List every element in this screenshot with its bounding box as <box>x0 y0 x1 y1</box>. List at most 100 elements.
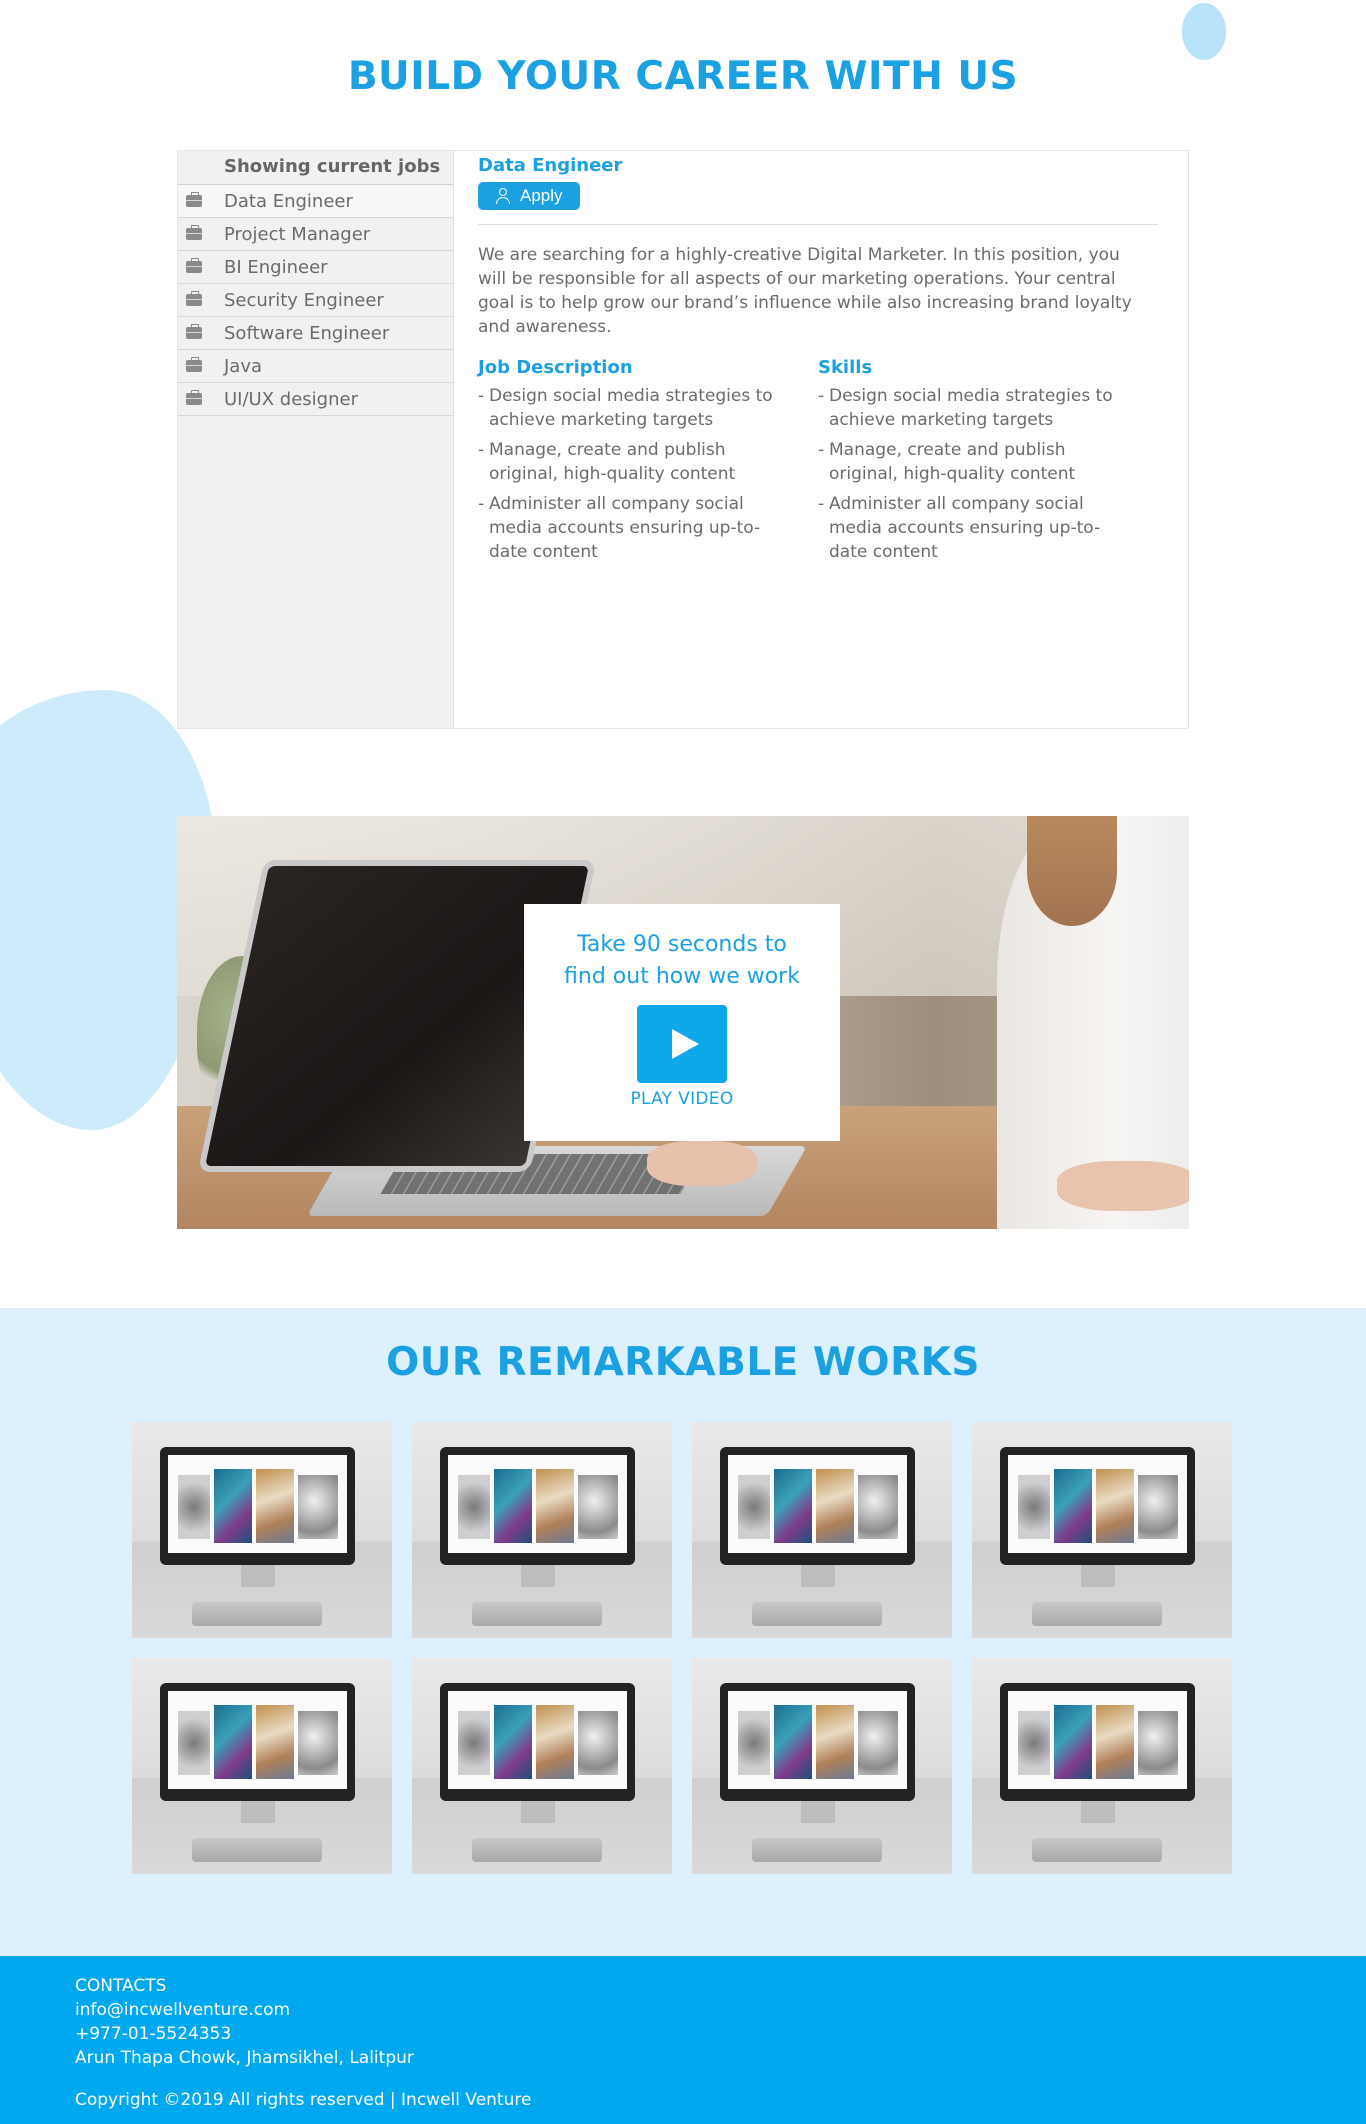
briefcase-icon <box>186 258 202 273</box>
laptop-base <box>192 1838 322 1862</box>
copyright: Copyright ©2019 All rights reserved | In… <box>75 2090 532 2110</box>
job-item-java[interactable]: Java <box>178 350 453 383</box>
job-detail-title: Data Engineer <box>478 155 623 176</box>
monitor-stand <box>801 1565 835 1587</box>
work-thumbnail[interactable] <box>412 1422 672 1638</box>
briefcase-icon <box>186 192 202 207</box>
laptop-base <box>192 1602 322 1626</box>
jobs-sidebar-heading: Showing current jobs <box>178 151 453 185</box>
job-detail: Data Engineer Apply We are searching for… <box>478 151 1158 570</box>
play-video-label[interactable]: PLAY VIDEO <box>524 1089 840 1109</box>
job-item-bi-engineer[interactable]: BI Engineer <box>178 251 453 284</box>
monitor-screen <box>1008 1455 1187 1553</box>
list-item: Manage, create and publish original, hig… <box>818 438 1138 486</box>
careers-title: BUILD YOUR CAREER WITH US <box>347 54 1019 99</box>
job-description-heading: Job Description <box>478 357 633 378</box>
play-video-button[interactable] <box>637 1005 727 1083</box>
work-thumbnail[interactable] <box>132 1658 392 1874</box>
footer: CONTACTS info@incwellventure.com +977-01… <box>0 1956 1366 2124</box>
list-item: Administer all company social media acco… <box>478 492 798 564</box>
works-grid <box>132 1422 1232 1874</box>
laptop-base <box>472 1602 602 1626</box>
monitor-screen <box>168 1455 347 1553</box>
job-description-column: Job Description Design social media stra… <box>478 357 818 570</box>
jobs-sidebar: Showing current jobs Data Engineer Proje… <box>178 151 454 728</box>
laptop-base <box>1032 1838 1162 1862</box>
monitor-screen <box>728 1455 907 1553</box>
laptop-base <box>752 1602 882 1626</box>
work-thumbnail[interactable] <box>132 1422 392 1638</box>
laptop-base <box>752 1838 882 1862</box>
contacts-heading: CONTACTS <box>75 1976 167 1996</box>
monitor <box>720 1447 915 1565</box>
video-card-text: Take 90 seconds to find out how we work <box>564 932 800 989</box>
monitor-stand <box>1081 1801 1115 1823</box>
monitor <box>720 1683 915 1801</box>
list-item: Administer all company social media acco… <box>818 492 1138 564</box>
work-thumbnail[interactable] <box>972 1422 1232 1638</box>
work-thumbnail[interactable] <box>972 1658 1232 1874</box>
list-item: Design social media strategies to achiev… <box>478 384 798 432</box>
job-item-project-manager[interactable]: Project Manager <box>178 218 453 251</box>
list-item: Design social media strategies to achiev… <box>818 384 1138 432</box>
briefcase-icon <box>186 291 202 306</box>
works-section: OUR REMARKABLE WORKS <box>0 1308 1366 1956</box>
briefcase-icon <box>186 324 202 339</box>
contact-email[interactable]: info@incwellventure.com <box>75 1998 531 2022</box>
detail-divider <box>478 224 1158 225</box>
monitor-stand <box>801 1801 835 1823</box>
monitor-stand <box>1081 1565 1115 1587</box>
briefcase-icon <box>186 225 202 240</box>
list-item: Manage, create and publish original, hig… <box>478 438 798 486</box>
work-thumbnail[interactable] <box>692 1422 952 1638</box>
contact-address: Arun Thapa Chowk, Jhamsikhel, Lalitpur <box>75 2048 414 2068</box>
laptop-base <box>472 1838 602 1862</box>
job-item-label: Project Manager <box>224 223 371 245</box>
monitor-screen <box>1008 1691 1187 1789</box>
job-item-label: Software Engineer <box>224 322 390 344</box>
skills-heading: Skills <box>818 357 873 378</box>
job-item-label: Data Engineer <box>224 190 353 212</box>
monitor <box>1000 1447 1195 1565</box>
user-icon <box>495 188 511 204</box>
monitor <box>160 1447 355 1565</box>
background-hair <box>1027 816 1117 926</box>
job-item-label: Java <box>224 355 263 377</box>
monitor-screen <box>448 1691 627 1789</box>
job-item-data-engineer[interactable]: Data Engineer <box>178 185 453 218</box>
work-thumbnail[interactable] <box>692 1658 952 1874</box>
job-item-ui-ux-designer[interactable]: UI/UX designer <box>178 383 453 416</box>
monitor <box>160 1683 355 1801</box>
decorative-circle <box>1182 3 1226 60</box>
monitor-stand <box>521 1565 555 1587</box>
monitor-screen <box>168 1691 347 1789</box>
monitor-stand <box>241 1801 275 1823</box>
job-item-software-engineer[interactable]: Software Engineer <box>178 317 453 350</box>
monitor <box>440 1683 635 1801</box>
briefcase-icon <box>186 390 202 405</box>
apply-button[interactable]: Apply <box>478 182 580 210</box>
monitor-screen <box>448 1455 627 1553</box>
job-item-label: UI/UX designer <box>224 388 358 410</box>
job-item-label: Security Engineer <box>224 289 384 311</box>
monitor-stand <box>521 1801 555 1823</box>
apply-button-label: Apply <box>520 186 563 205</box>
background-hand <box>1057 1161 1189 1211</box>
monitor-stand <box>241 1565 275 1587</box>
works-title: OUR REMARKABLE WORKS <box>386 1340 980 1385</box>
laptop-base <box>1032 1602 1162 1626</box>
video-section: Take 90 seconds to find out how we work … <box>177 816 1189 1229</box>
footer-contacts: CONTACTS info@incwellventure.com +977-01… <box>75 1974 531 2110</box>
detail-columns: Job Description Design social media stra… <box>478 357 1158 570</box>
work-thumbnail[interactable] <box>412 1658 672 1874</box>
background-hand <box>647 1141 757 1186</box>
job-summary: We are searching for a highly-creative D… <box>478 245 1132 337</box>
monitor-screen <box>728 1691 907 1789</box>
skills-column: Skills Design social media strategies to… <box>818 357 1158 570</box>
job-item-security-engineer[interactable]: Security Engineer <box>178 284 453 317</box>
monitor <box>1000 1683 1195 1801</box>
video-card: Take 90 seconds to find out how we work … <box>524 904 840 1141</box>
job-item-label: BI Engineer <box>224 256 328 278</box>
job-description-list: Design social media strategies to achiev… <box>478 384 818 564</box>
contact-phone[interactable]: +977-01-5524353 <box>75 2022 531 2046</box>
